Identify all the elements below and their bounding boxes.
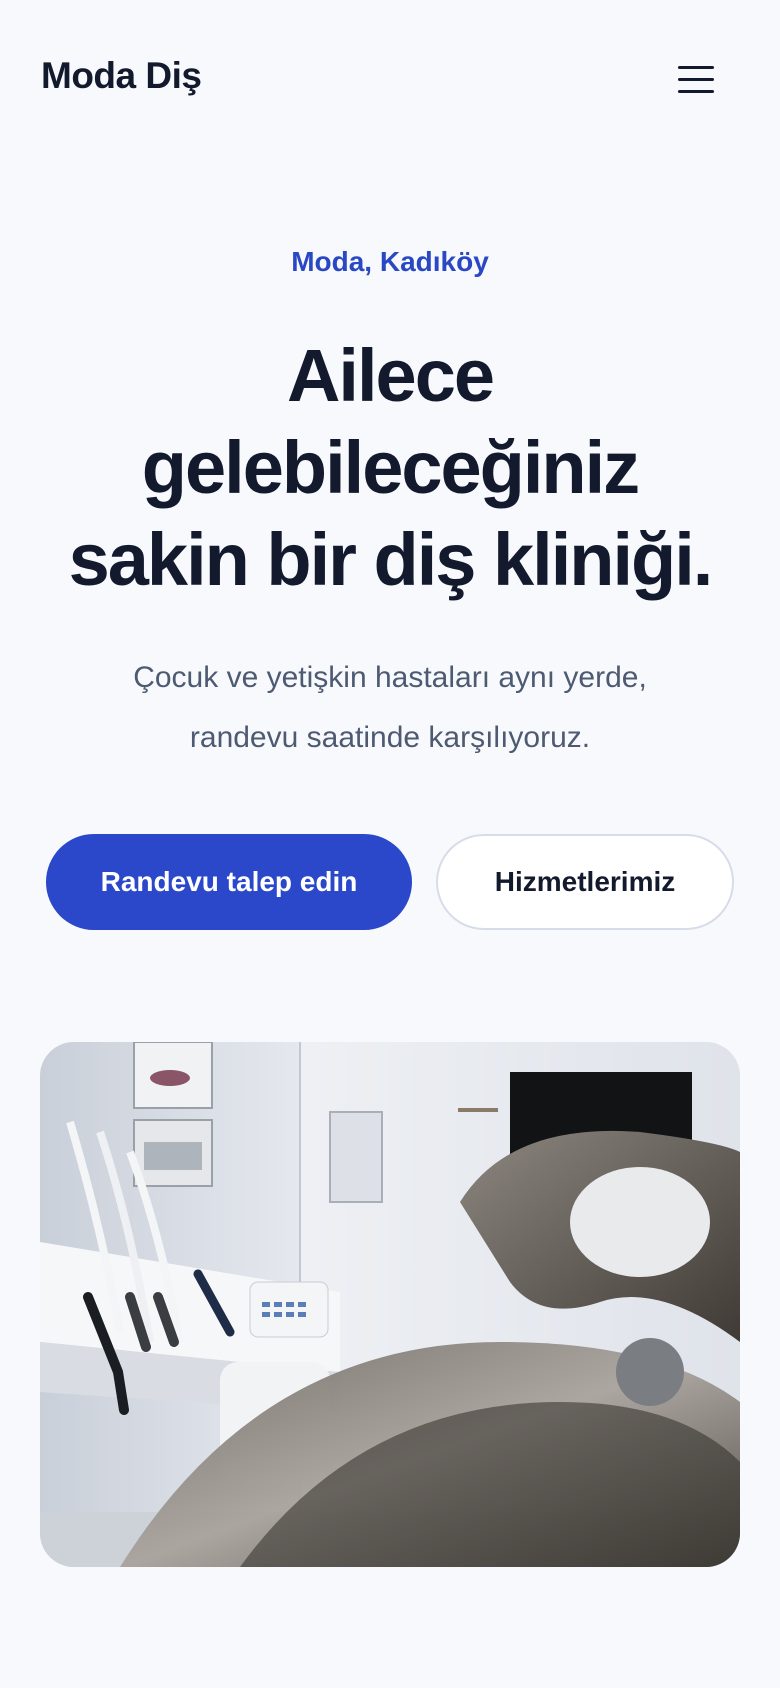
menu-line [678,78,714,81]
headline-line: sakin bir diş kliniği. [68,518,714,601]
location-eyebrow: Moda, Kadıköy [291,246,489,277]
menu-line [678,90,714,93]
hamburger-menu-icon[interactable] [670,58,722,102]
appointment-request-button[interactable]: Randevu talep edin [46,834,412,930]
page: Moda Diş Moda, Kadıköy Ailece gelebilece… [0,0,780,1688]
hero-headline: Ailece gelebileceğiniz sakin bir diş kli… [40,330,740,606]
services-button[interactable]: Hizmetlerimiz [436,834,734,930]
subtitle-line: Çocuk ve yetişkin hastaları aynı yerde, [133,661,647,694]
headline-line: Ailece [286,334,495,417]
hero-subtitle: Çocuk ve yetişkin hastaları aynı yerde, … [60,648,720,768]
menu-line [678,66,714,69]
dental-clinic-illustration [40,1042,740,1567]
brand-logo[interactable]: Moda Diş [41,55,202,97]
headline-line: gelebileceğiniz [141,426,640,509]
clinic-photo [40,1042,740,1567]
subtitle-line: randevu saatinde karşılıyoruz. [189,721,591,754]
site-header: Moda Diş [0,0,780,160]
